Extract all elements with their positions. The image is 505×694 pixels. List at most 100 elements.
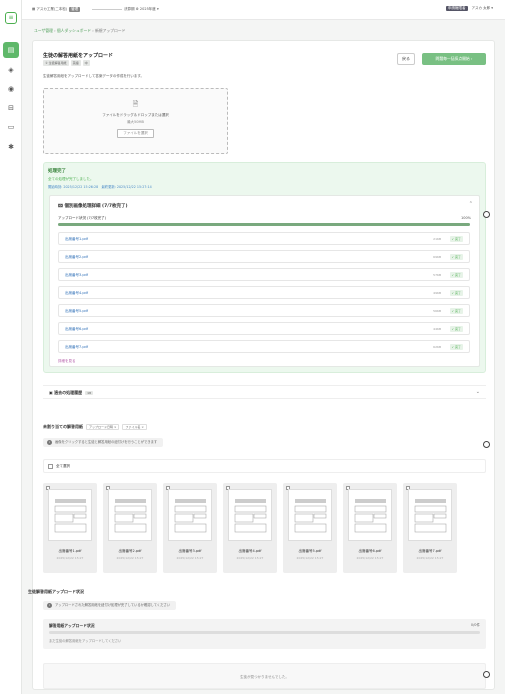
sidebar-item-tags[interactable]: ◈ xyxy=(3,62,19,78)
chat-icon[interactable] xyxy=(483,671,490,678)
thumb-file-name: 出席番号3.pdf xyxy=(178,549,202,553)
org-selector[interactable]: ▦ アスカ工業(二本松) 管理 xyxy=(32,7,81,12)
upload-progress-bar xyxy=(58,223,470,226)
file-size: 21KB xyxy=(433,237,441,241)
answer-sheet-thumb[interactable]: 出席番号5.pdf 2025/12/22 15:27 xyxy=(283,483,337,573)
file-dropzone[interactable]: 🗎 ファイルをドラッグ＆ドロップまたは選択 最大50MB ファイルを選択 xyxy=(43,88,228,154)
back-button[interactable]: 戻る xyxy=(397,53,415,65)
breadcrumb-parent[interactable]: 個人ダッシュボード xyxy=(57,28,91,33)
upload-status-count: 0/0件 xyxy=(470,623,480,627)
file-row[interactable]: 出席番号7.pdf 62KB ✓ 完了 xyxy=(58,340,470,353)
chevron-down-icon[interactable]: ⌄ xyxy=(476,389,480,395)
answer-sheet-thumb[interactable]: 出席番号1.pdf 2025/12/22 15:27 xyxy=(43,483,97,573)
thumb-date: 2025/12/22 15:27 xyxy=(296,556,324,560)
file-name[interactable]: 出席番号4.pdf xyxy=(65,291,88,296)
period-selector[interactable]: 決算期 ⚙ 2025年度 ▾ xyxy=(124,7,159,12)
select-file-button[interactable]: ファイルを選択 xyxy=(117,129,154,138)
file-size: 62KB xyxy=(433,345,441,349)
file-name[interactable]: 出席番号1.pdf xyxy=(65,237,88,242)
file-row[interactable]: 出席番号4.pdf 49KB ✓ 完了 xyxy=(58,286,470,299)
sidebar-item-filter[interactable]: ⊟ xyxy=(3,100,19,116)
file-size: 44KB xyxy=(433,327,441,331)
progress-fill xyxy=(58,223,470,226)
card-icon: ▭ xyxy=(7,123,15,131)
document-icon: ▤ xyxy=(7,46,15,54)
chevron-down-icon: ▾ xyxy=(490,6,493,10)
thumb-file-name: 出席番号7.pdf xyxy=(418,549,442,553)
file-name[interactable]: 出席番号7.pdf xyxy=(65,345,88,350)
chevron-up-icon[interactable]: ⌃ xyxy=(469,201,473,207)
panel-title[interactable]: 🖾 個別画像処理詳細 (7/7枚完了) xyxy=(58,202,128,210)
thumb-date: 2025/12/22 15:27 xyxy=(116,556,144,560)
file-row[interactable]: 出席番号5.pdf 56KB ✓ 完了 xyxy=(58,304,470,317)
sheet-preview-image xyxy=(408,489,452,541)
tag-list: ② 生徒解答用紙 英語中 xyxy=(43,60,92,66)
answer-sheet-thumb[interactable]: 出席番号7.pdf 2025/12/22 15:27 xyxy=(403,483,457,573)
upload-status-label: 解答用紙アップロード状況 xyxy=(49,623,95,628)
file-name[interactable]: 出席番号6.pdf xyxy=(65,327,88,332)
sidebar-item-settings[interactable]: ✱ xyxy=(3,139,19,155)
file-name[interactable]: 出席番号3.pdf xyxy=(65,273,88,278)
show-more-link[interactable]: 詳細を見る xyxy=(58,359,76,364)
org-badge: 管理 xyxy=(69,7,81,12)
page-description: 生徒解答用紙をアップロードして答案データの作成を行います。 xyxy=(43,74,145,78)
tag-subject: 英語 xyxy=(70,60,81,66)
tag-sheet: ② 生徒解答用紙 xyxy=(43,60,69,66)
page-title: 生徒の解答用紙をアップロード xyxy=(43,53,114,59)
answer-sheet-thumb[interactable]: 出席番号3.pdf 2025/12/22 15:27 xyxy=(163,483,217,573)
breadcrumb-root[interactable]: ユーザ管理 xyxy=(34,28,53,33)
file-row[interactable]: 出席番号1.pdf 21KB ✓ 完了 xyxy=(58,232,470,245)
upload-status-note: まだ生徒の解答用紙をアップロードしてください xyxy=(49,639,122,643)
chat-icon[interactable] xyxy=(483,211,490,218)
file-row[interactable]: 出席番号3.pdf 57KB ✓ 完了 xyxy=(58,268,470,281)
answer-sheet-thumb[interactable]: 出席番号6.pdf 2025/12/22 15:27 xyxy=(343,483,397,573)
app-logo-icon[interactable]: ≡ xyxy=(5,12,17,24)
file-name[interactable]: 出席番号2.pdf xyxy=(65,255,88,260)
thumbnail-grid: 出席番号1.pdf 2025/12/22 15:27 出席番号2.pdf 2025/… xyxy=(43,483,486,573)
sidebar-item-documents[interactable]: ▤ xyxy=(3,42,19,58)
top-bar: ▦ アスカ工業(二本松) 管理 決算期 ⚙ 2025年度 ▾ 申請権限者 アスカ 太… xyxy=(22,0,505,20)
divider xyxy=(92,9,122,10)
thumb-date: 2025/12/22 15:27 xyxy=(356,556,384,560)
thumb-date: 2025/12/22 15:27 xyxy=(416,556,444,560)
dropzone-title: ファイルをドラッグ＆ドロップまたは選択 xyxy=(102,113,169,117)
status-badge: ✓ 完了 xyxy=(449,344,463,350)
sheet-preview-image xyxy=(348,489,392,541)
start-grading-button[interactable]: 問題毎一括採点開始 › xyxy=(422,53,486,65)
breadcrumb-current: 新規アップロード xyxy=(95,28,126,33)
file-size: 69KB xyxy=(433,255,441,259)
role-badge: 申請権限者 xyxy=(446,6,468,11)
answer-sheet-thumb[interactable]: 出席番号4.pdf 2025/12/22 15:27 xyxy=(223,483,277,573)
file-row[interactable]: 出席番号2.pdf 69KB ✓ 完了 xyxy=(58,250,470,263)
upload-status-bar xyxy=(49,631,480,634)
sheet-preview-image xyxy=(168,489,212,541)
info-icon: i xyxy=(47,440,52,445)
status-badge: ✓ 完了 xyxy=(449,236,463,242)
sidebar-item-cards[interactable]: ▭ xyxy=(3,119,19,135)
file-name[interactable]: 出席番号5.pdf xyxy=(65,309,88,314)
chat-icon[interactable] xyxy=(483,441,490,448)
select-all-checkbox[interactable] xyxy=(48,463,53,469)
image-detail-panel: 🖾 個別画像処理詳細 (7/7枚完了) ⌃ アップロード状況 (7/7枚完了) … xyxy=(49,195,480,367)
filter-chip-filename[interactable]: ファイル名 × xyxy=(122,424,147,430)
status-badge: ✓ 完了 xyxy=(449,326,463,332)
thumb-file-name: 出席番号5.pdf xyxy=(298,549,322,553)
sidebar-item-view[interactable]: ◉ xyxy=(3,81,19,97)
history-accordion[interactable]: ▣ 過去の処理履歴 18 ⌄ xyxy=(43,385,486,399)
sheet-preview-image xyxy=(108,489,152,541)
thumb-date: 2025/12/22 15:27 xyxy=(56,556,84,560)
status-badge: ✓ 完了 xyxy=(449,308,463,314)
progress-percent: 100% xyxy=(460,216,471,220)
filter-chip-date[interactable]: アップロード日時 × xyxy=(86,424,120,430)
sidebar: ≡ ▤ ◈ ◉ ⊟ ▭ ✱ xyxy=(0,0,22,694)
result-timestamps: 開始時刻: 2025/12/22 15:26:28 最終更新: 2025/12/… xyxy=(48,185,152,189)
file-row[interactable]: 出席番号6.pdf 44KB ✓ 完了 xyxy=(58,322,470,335)
select-all-row[interactable]: 全て選択 xyxy=(43,459,486,473)
file-size: 57KB xyxy=(433,273,441,277)
thumb-file-name: 出席番号6.pdf xyxy=(358,549,382,553)
answer-sheet-thumb[interactable]: 出席番号2.pdf 2025/12/22 15:27 xyxy=(103,483,157,573)
progress-label: アップロード状況 (7/7枚完了) xyxy=(58,216,106,220)
filter-icon: ⊟ xyxy=(8,104,14,112)
thumb-file-name: 出席番号1.pdf xyxy=(58,549,82,553)
user-menu[interactable]: 申請権限者 アスカ 太郎 ▾ xyxy=(446,6,493,11)
